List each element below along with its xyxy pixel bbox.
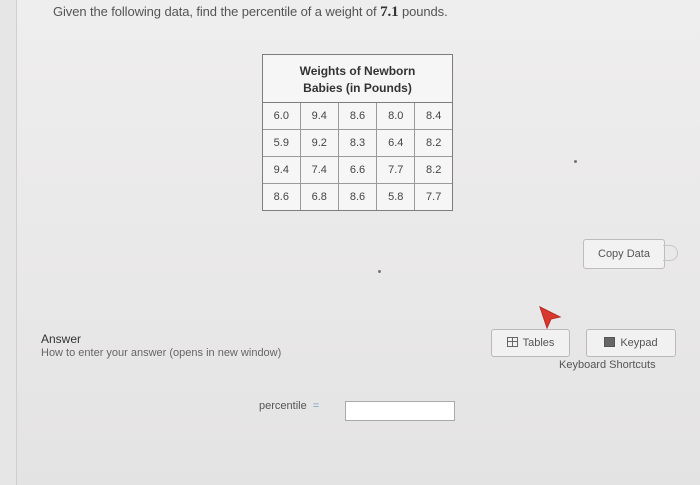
question-panel: Given the following data, find the perce… — [16, 0, 700, 485]
stray-dot — [574, 160, 577, 163]
weights-table: 6.0 9.4 8.6 8.0 8.4 5.9 9.2 8.3 6.4 8.2 … — [263, 103, 452, 210]
question-suffix: pounds. — [402, 4, 448, 19]
table-cell: 5.9 — [263, 129, 301, 157]
keyboard-shortcuts-link[interactable]: Keyboard Shortcuts — [559, 359, 656, 371]
table-cell: 6.0 — [263, 103, 301, 130]
table-cell: 8.4 — [414, 103, 452, 130]
keypad-button-label: Keypad — [620, 337, 658, 349]
copy-data-tab-edge — [663, 245, 678, 261]
table-cell: 9.4 — [263, 156, 301, 184]
table-cell: 7.7 — [414, 183, 452, 210]
percentile-input[interactable] — [345, 401, 455, 421]
table-title: Weights of Newborn Babies (in Pounds) — [263, 55, 452, 103]
table-cell: 8.0 — [376, 103, 416, 130]
table-row: 8.6 6.8 8.6 5.8 7.7 — [263, 183, 452, 210]
table-cell: 6.6 — [337, 156, 378, 184]
table-title-line1: Weights of Newborn — [299, 64, 416, 78]
table-cell: 5.8 — [376, 183, 416, 210]
table-title-line2: Babies (in Pounds) — [303, 81, 412, 95]
table-cell: 9.4 — [299, 103, 339, 130]
table-cell: 9.2 — [299, 129, 339, 157]
table-cell: 6.4 — [376, 129, 416, 157]
answer-help-link[interactable]: How to enter your answer (opens in new w… — [41, 347, 281, 359]
table-cell: 6.8 — [299, 183, 339, 210]
table-cell: 8.6 — [337, 103, 378, 130]
keypad-icon — [604, 337, 616, 347]
percentile-row: percentile = — [259, 400, 325, 412]
table-cell: 7.4 — [299, 156, 339, 184]
table-cell: 7.7 — [376, 156, 416, 184]
table-cell: 8.3 — [337, 129, 378, 157]
table-cell: 8.2 — [414, 129, 452, 157]
tables-button-label: Tables — [522, 337, 555, 349]
table-grid-icon — [506, 337, 518, 347]
table-row: 5.9 9.2 8.3 6.4 8.2 — [263, 129, 452, 157]
stray-dot — [378, 270, 381, 273]
table-row: 9.4 7.4 6.6 7.7 8.2 — [263, 156, 452, 184]
table-cell: 8.6 — [263, 183, 301, 210]
question-value: 7.1 — [380, 4, 399, 20]
question-prefix: Given the following data, find the perce… — [53, 4, 377, 19]
table-row: 6.0 9.4 8.6 8.0 8.4 — [263, 103, 452, 130]
keypad-button[interactable]: Keypad — [586, 329, 676, 357]
data-table: Weights of Newborn Babies (in Pounds) 6.… — [262, 54, 453, 211]
copy-data-button[interactable]: Copy Data — [583, 239, 665, 269]
mouse-pointer-icon — [539, 306, 562, 330]
answer-label: Answer — [41, 332, 82, 346]
table-cell: 8.6 — [337, 183, 378, 210]
table-cell: 8.2 — [414, 156, 452, 184]
equals-sign: = — [312, 400, 320, 412]
question-text: Given the following data, find the perce… — [53, 4, 448, 21]
tables-button[interactable]: Tables — [491, 329, 570, 357]
percentile-label: percentile — [259, 400, 307, 412]
